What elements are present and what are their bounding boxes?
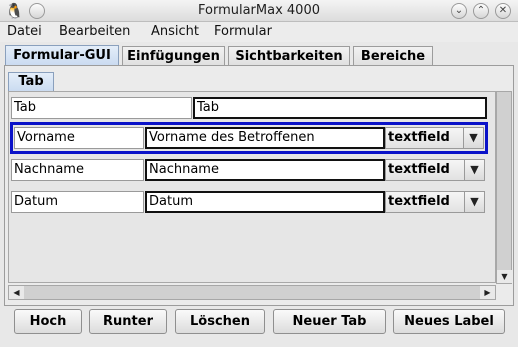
- tab-sichtbarkeiten[interactable]: Sichtbarkeiten: [228, 46, 350, 67]
- type-dropdown-value: textfield: [388, 162, 450, 177]
- up-button[interactable]: Hoch: [14, 309, 82, 334]
- row-value-field[interactable]: Datum: [145, 191, 385, 213]
- chevron-down-icon[interactable]: ▼: [464, 160, 484, 180]
- window-title: FormularMax 4000: [197, 3, 320, 18]
- scroll-right-icon[interactable]: ▶: [480, 286, 495, 299]
- type-dropdown-value: textfield: [388, 194, 450, 209]
- tab-formular-gui[interactable]: Formular-GUI: [5, 45, 119, 66]
- minimize-button[interactable]: ⌄: [451, 3, 467, 19]
- new-tab-button[interactable]: Neuer Tab: [273, 309, 386, 334]
- menu-datei[interactable]: Datei: [7, 22, 42, 42]
- row-label-field[interactable]: Tab: [11, 97, 192, 119]
- scroll-down-icon[interactable]: ▼: [497, 270, 512, 283]
- scroll-left-icon[interactable]: ◀: [9, 286, 24, 299]
- menu-formular[interactable]: Formular: [214, 22, 272, 42]
- chevron-down-icon[interactable]: ▼: [463, 128, 483, 148]
- row-label-field[interactable]: Datum: [11, 191, 144, 213]
- row-value-field[interactable]: Nachname: [145, 159, 385, 181]
- type-dropdown[interactable]: textfield ▼: [385, 191, 485, 213]
- row-label-field[interactable]: Vorname: [14, 127, 144, 149]
- tab-bereiche[interactable]: Bereiche: [353, 46, 433, 67]
- chevron-down-icon[interactable]: ▼: [464, 192, 484, 212]
- menu-bearbeiten[interactable]: Bearbeiten: [59, 22, 130, 42]
- type-dropdown[interactable]: textfield ▼: [385, 159, 485, 181]
- delete-button[interactable]: Löschen: [175, 309, 265, 334]
- form-editor-panel: [8, 91, 496, 283]
- vertical-scrollbar[interactable]: [496, 91, 512, 284]
- type-dropdown-value: textfield: [388, 130, 450, 145]
- down-button[interactable]: Runter: [89, 309, 167, 334]
- menu-ansicht[interactable]: Ansicht: [151, 22, 199, 42]
- close-button[interactable]: ✕: [495, 3, 511, 19]
- row-label-field[interactable]: Nachname: [11, 159, 144, 181]
- row-value-field[interactable]: Vorname des Betroffenen: [145, 127, 385, 149]
- row-value-field[interactable]: Tab: [193, 97, 487, 119]
- type-dropdown[interactable]: textfield ▼: [385, 127, 484, 149]
- tab-einfuegungen[interactable]: Einfügungen: [122, 46, 225, 67]
- new-label-button[interactable]: Neues Label: [393, 309, 505, 334]
- maximize-button[interactable]: ⌃: [473, 3, 489, 19]
- window-menu-button[interactable]: [29, 3, 45, 19]
- tab-inner-tab[interactable]: Tab: [8, 72, 54, 92]
- horizontal-scrollbar[interactable]: [8, 285, 496, 300]
